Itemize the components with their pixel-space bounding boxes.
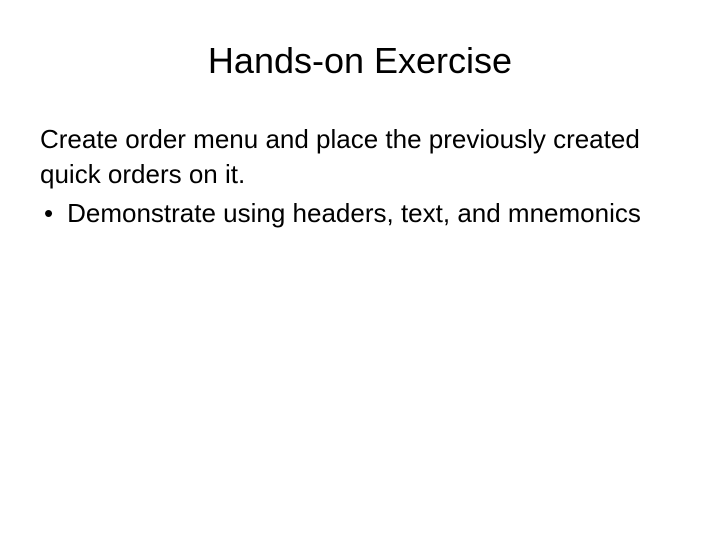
slide-container: Hands-on Exercise Create order menu and … [0, 0, 720, 540]
slide-content: Create order menu and place the previous… [40, 122, 680, 231]
intro-text: Create order menu and place the previous… [40, 122, 680, 192]
bullet-marker: • [44, 196, 53, 231]
bullet-text: Demonstrate using headers, text, and mne… [67, 196, 680, 231]
slide-title: Hands-on Exercise [40, 40, 680, 82]
bullet-item: • Demonstrate using headers, text, and m… [40, 196, 680, 231]
